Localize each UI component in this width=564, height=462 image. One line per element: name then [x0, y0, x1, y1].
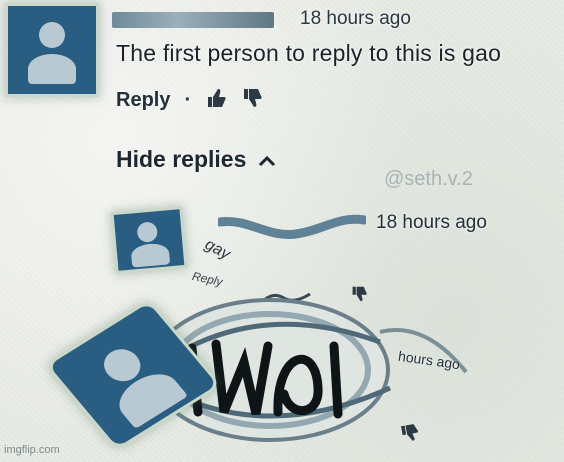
- avatar-body: [130, 242, 171, 268]
- reply-timestamp[interactable]: 18 hours ago: [376, 212, 487, 234]
- avatar-head: [136, 221, 159, 243]
- separator: ·: [184, 89, 192, 111]
- zoomed-dislike-icon[interactable]: [398, 422, 422, 448]
- hide-replies-button[interactable]: Hide replies: [116, 146, 276, 173]
- imgflip-credit: imgflip.com: [4, 444, 60, 456]
- redacted-username[interactable]: [112, 12, 274, 28]
- reply-avatar[interactable]: [113, 209, 185, 271]
- redacted-reply-username[interactable]: [218, 214, 366, 240]
- avatar-body: [28, 54, 76, 84]
- reply-reply-button[interactable]: Reply: [191, 269, 224, 289]
- reply-text: gay: [202, 236, 233, 264]
- chevron-up-icon: [258, 146, 276, 173]
- dislike-icon[interactable]: [241, 88, 263, 113]
- comment-text: The first person to reply to this is gao: [116, 40, 502, 66]
- comment-timestamp[interactable]: 18 hours ago: [300, 8, 411, 30]
- like-icon[interactable]: [205, 88, 227, 113]
- commenter-avatar[interactable]: [8, 6, 96, 94]
- avatar-head: [39, 22, 65, 48]
- reply-button[interactable]: Reply: [116, 89, 170, 112]
- watermark: @seth.v.2: [384, 168, 473, 190]
- hide-replies-label: Hide replies: [116, 146, 247, 172]
- comment-actions: Reply ·: [116, 88, 263, 113]
